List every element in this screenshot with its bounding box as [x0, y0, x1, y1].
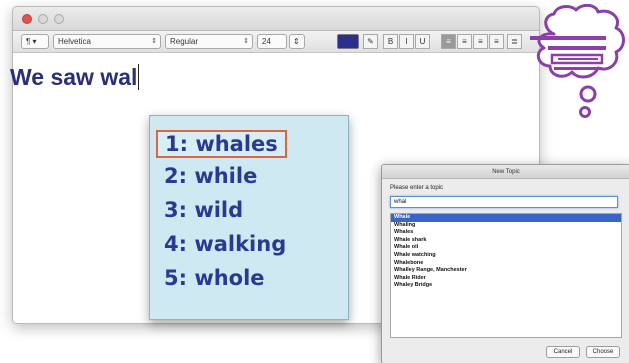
suggestion-item[interactable]: 3: wild: [164, 198, 243, 222]
line-spacing-icon: ≣: [511, 37, 518, 46]
italic-button[interactable]: I: [399, 34, 414, 49]
align-right-button[interactable]: ≡: [473, 34, 488, 49]
paragraph-style-select[interactable]: ¶ ▾: [21, 34, 49, 49]
dialog-title: New Topic: [382, 165, 629, 179]
document-text: We saw wal: [10, 64, 138, 90]
italic-label: I: [405, 37, 408, 46]
underline-label: U: [419, 37, 426, 46]
typeface-value: Regular: [170, 37, 199, 46]
justify-icon: ≡: [494, 37, 499, 46]
pencil-icon: ✎: [367, 37, 374, 46]
topic-list-item[interactable]: Whale oil: [391, 244, 621, 252]
topic-list-item[interactable]: Whale Rider: [391, 275, 621, 283]
choose-button[interactable]: Choose: [586, 346, 620, 358]
text-color-swatch[interactable]: [337, 34, 359, 49]
highlight-color-button[interactable]: ✎: [363, 34, 378, 49]
line-spacing-button[interactable]: ≣: [507, 34, 522, 49]
suggestion-item[interactable]: 1: whales: [156, 130, 287, 158]
topic-list-item[interactable]: Whaley Bridge: [391, 282, 621, 290]
typeface-select[interactable]: Regular ⇕: [165, 34, 253, 49]
suggestion-item[interactable]: 4: walking: [164, 232, 286, 256]
underline-button[interactable]: U: [415, 34, 430, 49]
font-family-select[interactable]: Helvetica ⇕: [53, 34, 161, 49]
font-family-value: Helvetica: [58, 37, 91, 46]
justify-button[interactable]: ≡: [489, 34, 504, 49]
align-left-button[interactable]: ≡: [441, 34, 456, 49]
topic-list-item[interactable]: Whale: [391, 214, 621, 222]
bold-label: B: [387, 37, 394, 46]
topic-list-item[interactable]: Whalley Range, Manchester: [391, 267, 621, 275]
dialog-prompt: Please enter a topic: [390, 185, 444, 191]
bold-button[interactable]: B: [383, 34, 398, 49]
format-toolbar: ¶ ▾ Helvetica ⇕ Regular ⇕ 24 ⇕ ✎ B I U ≡…: [13, 31, 539, 53]
font-size-field[interactable]: 24: [257, 34, 287, 49]
minimize-button[interactable]: [38, 14, 48, 24]
align-left-icon: ≡: [446, 37, 451, 46]
chevron-updown-icon: ⇕: [293, 37, 300, 46]
font-size-stepper[interactable]: ⇕: [289, 34, 305, 49]
align-right-icon: ≡: [478, 37, 483, 46]
topic-list-item[interactable]: Whaling: [391, 222, 621, 230]
document-text-area[interactable]: We saw wal: [10, 64, 140, 91]
topic-list-item[interactable]: Whalebone: [391, 260, 621, 268]
text-caret: [138, 64, 140, 90]
topic-list-item[interactable]: Whale shark: [391, 237, 621, 245]
new-topic-dialog: New Topic Please enter a topic whal Whal…: [381, 164, 629, 363]
cancel-button[interactable]: Cancel: [546, 346, 580, 358]
chevron-updown-icon: ⇕: [243, 38, 249, 45]
paragraph-style-label: ¶ ▾: [26, 37, 37, 46]
zoom-button[interactable]: [54, 14, 64, 24]
topic-list[interactable]: Whale Whaling Whales Whale shark Whale o…: [390, 213, 622, 338]
title-bar: [13, 7, 539, 31]
topic-input[interactable]: whal: [390, 196, 618, 208]
topic-list-item[interactable]: Whale watching: [391, 252, 621, 260]
suggestion-item[interactable]: 5: whole: [164, 266, 265, 290]
topic-list-item[interactable]: Whales: [391, 229, 621, 237]
autocomplete-popup: 1: whales 2: while 3: wild 4: walking 5:…: [149, 115, 349, 320]
align-center-button[interactable]: ≡: [457, 34, 472, 49]
thought-bubble-icon: [530, 3, 627, 130]
align-center-icon: ≡: [462, 37, 467, 46]
font-size-value: 24: [262, 37, 271, 46]
close-button[interactable]: [22, 14, 32, 24]
suggestion-item[interactable]: 2: while: [164, 164, 257, 188]
chevron-updown-icon: ⇕: [151, 38, 157, 45]
